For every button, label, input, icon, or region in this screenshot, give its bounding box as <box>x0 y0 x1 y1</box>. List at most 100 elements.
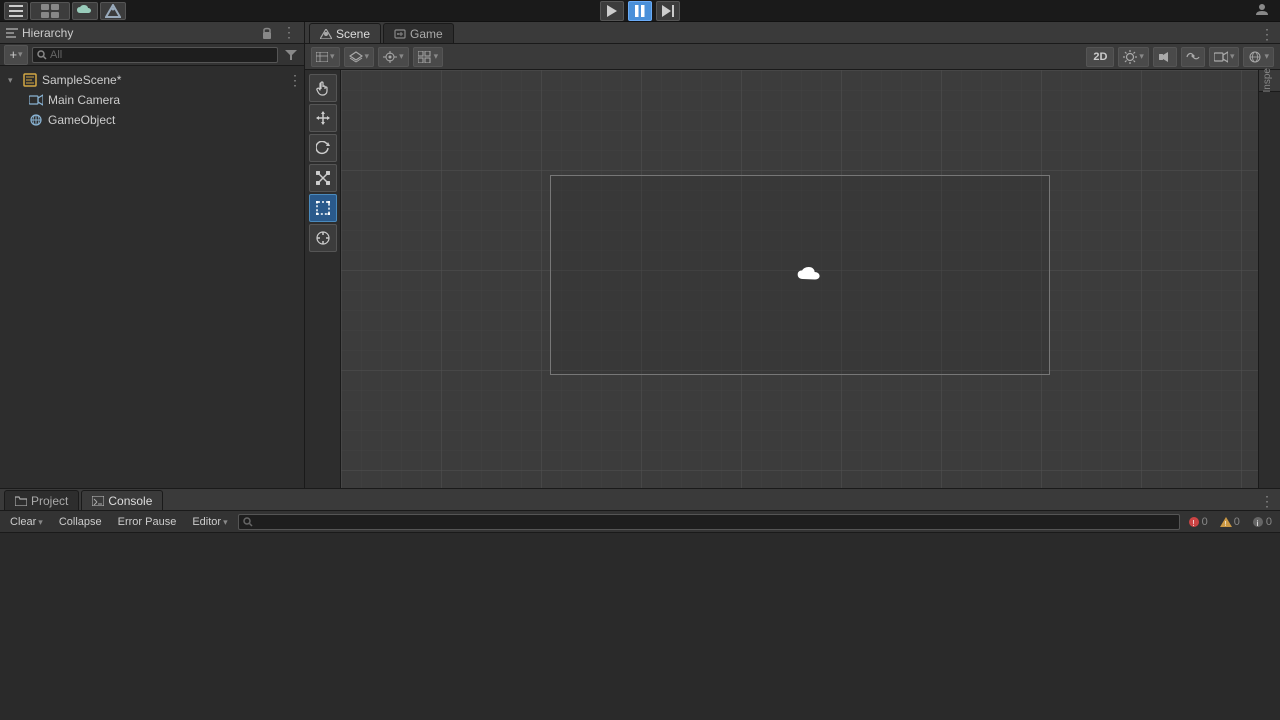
audio-icon <box>1158 50 1172 64</box>
2d-toggle-btn[interactable]: 2D <box>1086 47 1114 67</box>
add-chevron <box>18 49 23 60</box>
warning-count-area: ! 0 <box>1216 516 1244 528</box>
pause-button[interactable] <box>628 1 652 21</box>
bottom-tabs: Project Console ⋮ <box>0 489 1280 511</box>
grid-snap-icon <box>418 51 432 63</box>
layers-chevron <box>365 51 370 62</box>
hierarchy-scene-item[interactable]: SampleScene* ⋮ <box>0 70 304 90</box>
inspector-title: Inspe <box>1263 68 1273 92</box>
move-icon <box>316 111 330 125</box>
scene-with-tools: Inspe <box>305 70 1280 488</box>
scene-tabs: Scene Game ⋮ <box>305 22 1280 44</box>
folder-icon <box>15 496 27 506</box>
cloud-btn[interactable] <box>72 2 98 20</box>
cloud-sprite <box>797 267 821 285</box>
console-search[interactable] <box>238 514 1180 530</box>
add-object-btn[interactable]: + <box>4 45 28 65</box>
bottom-panel-menu[interactable]: ⋮ <box>1258 492 1276 510</box>
scale-tool-btn[interactable] <box>309 164 337 192</box>
clear-btn[interactable]: Clear <box>4 513 49 531</box>
fx-btn[interactable] <box>1181 47 1205 67</box>
hierarchy-header: Hierarchy ⋮ <box>0 22 304 44</box>
pivot-icon <box>383 51 397 63</box>
hierarchy-gameobject-item[interactable]: GameObject <box>0 110 304 130</box>
hierarchy-camera-item[interactable]: Main Camera <box>0 90 304 110</box>
info-count-icon: i <box>1252 516 1264 528</box>
rect-tool-btn[interactable] <box>309 194 337 222</box>
inspector-panel: Inspe <box>1258 70 1280 488</box>
lighting-btn[interactable] <box>1118 47 1149 67</box>
hierarchy-lock-btn[interactable] <box>258 25 276 41</box>
snap-chevron <box>434 51 439 62</box>
rotate-icon <box>316 141 330 155</box>
scene-menu-btn[interactable]: ⋮ <box>286 71 304 89</box>
gameobject-icon <box>28 112 44 128</box>
gizmos-btn[interactable] <box>1243 47 1274 67</box>
tab-project[interactable]: Project <box>4 490 79 510</box>
scene-name: SampleScene* <box>42 73 121 87</box>
scene-toolbar: 2D <box>305 44 1280 70</box>
error-count-icon: ! <box>1188 516 1200 528</box>
info-count-area: i 0 <box>1248 516 1276 528</box>
lighting-icon <box>1123 50 1137 64</box>
upper-area: Hierarchy ⋮ + All <box>0 22 1280 488</box>
bottom-area: Project Console ⋮ Clear Collapse Error P… <box>0 488 1280 720</box>
hierarchy-panel: Hierarchy ⋮ + All <box>0 22 305 488</box>
search-icon <box>37 50 47 60</box>
main-layout: Hierarchy ⋮ + All <box>0 22 1280 720</box>
gameobject-label: GameObject <box>48 113 115 127</box>
combined-tool-btn[interactable] <box>309 224 337 252</box>
hierarchy-search-placeholder: All <box>50 49 62 61</box>
top-bar-left <box>4 2 126 20</box>
svg-text:!: ! <box>1192 519 1194 528</box>
collapse-btn[interactable]: Collapse <box>53 513 108 531</box>
menu-icon-btn[interactable] <box>4 2 28 20</box>
scene-expand-icon <box>8 75 20 86</box>
rect-icon <box>316 201 330 215</box>
scene-view <box>341 70 1258 488</box>
top-bar <box>0 0 1280 22</box>
step-button[interactable] <box>656 1 680 21</box>
playbar <box>600 1 680 21</box>
error-pause-btn[interactable]: Error Pause <box>112 513 183 531</box>
tab-game[interactable]: Game <box>383 23 454 43</box>
editor-dropdown-btn[interactable]: Editor <box>186 513 233 531</box>
pivot-chevron <box>399 51 404 62</box>
svg-text:!: ! <box>1224 521 1226 528</box>
hand-tool-btn[interactable] <box>309 74 337 102</box>
hierarchy-search[interactable]: All <box>32 47 278 63</box>
hierarchy-filter-btn[interactable] <box>282 46 300 64</box>
hierarchy-menu-btn[interactable]: ⋮ <box>280 24 298 42</box>
camera-view-btn[interactable] <box>1209 47 1240 67</box>
camera-view-chevron <box>1230 51 1235 62</box>
game-tab-icon <box>394 29 406 39</box>
main-camera-label: Main Camera <box>48 93 120 107</box>
pivot-btn[interactable] <box>378 47 409 67</box>
move-tool-btn[interactable] <box>309 104 337 132</box>
editor-chevron <box>223 516 228 528</box>
scene-panel-menu[interactable]: ⋮ <box>1258 25 1276 43</box>
console-search-icon <box>243 517 253 527</box>
tab-scene[interactable]: Scene <box>309 23 381 43</box>
clear-chevron <box>38 516 43 528</box>
fx-icon <box>1186 51 1200 63</box>
scene-icon <box>22 72 38 88</box>
audio-btn[interactable] <box>1153 47 1177 67</box>
top-bar-right <box>1248 3 1276 18</box>
console-content <box>0 533 1280 720</box>
tool-panel <box>305 70 341 488</box>
scene-tab-icon <box>320 29 332 39</box>
shading-chevron <box>330 51 335 62</box>
collab-btn[interactable] <box>100 2 126 20</box>
shading-dropdown[interactable] <box>311 47 340 67</box>
hierarchy-title: Hierarchy <box>22 26 254 40</box>
hand-icon <box>316 80 330 96</box>
scene-object-sprite <box>797 267 821 290</box>
grid-icon-btn[interactable] <box>30 2 70 20</box>
tab-console[interactable]: Console <box>81 490 163 510</box>
rotate-tool-btn[interactable] <box>309 134 337 162</box>
layers-dropdown[interactable] <box>344 47 375 67</box>
grid-snap-btn[interactable] <box>413 47 444 67</box>
shading-icon <box>316 52 328 62</box>
play-button[interactable] <box>600 1 624 21</box>
